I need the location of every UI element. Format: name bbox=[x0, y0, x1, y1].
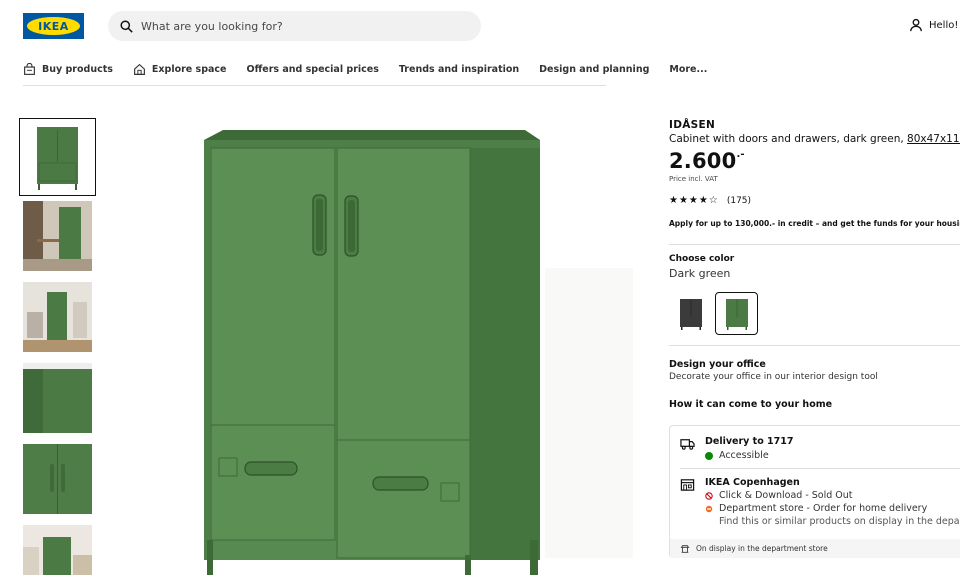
dept-store-status: Department store - Order for home delive… bbox=[705, 503, 960, 514]
room-thumb-image bbox=[23, 201, 92, 271]
room-thumb-image bbox=[23, 525, 92, 575]
nav-label: Buy products bbox=[42, 63, 113, 75]
dimensions-link[interactable]: 80x47x119 cm bbox=[907, 133, 960, 145]
nav-label: Explore space bbox=[151, 63, 227, 75]
credit-offer[interactable]: Apply for up to 130,000.- in credit – an… bbox=[669, 219, 960, 228]
room-thumb-image bbox=[23, 282, 92, 352]
account-link[interactable]: Hello! L bbox=[909, 18, 960, 32]
detail-thumb-image bbox=[23, 363, 92, 433]
product-info: IDÅSEN Cabinet with doors and drawers, d… bbox=[669, 119, 960, 410]
nav-explore-space[interactable]: Explore space bbox=[133, 60, 227, 78]
find-similar[interactable]: Find this or similar products on display… bbox=[705, 516, 960, 527]
delivery-label: Delivery to 1717 bbox=[705, 436, 794, 447]
main-product-image bbox=[115, 100, 635, 575]
dept-store-text: Department store - Order for home delive… bbox=[719, 503, 928, 514]
nav-label: Design and planning bbox=[539, 63, 650, 75]
limited-icon bbox=[705, 505, 713, 512]
vat-note: Price incl. VAT bbox=[669, 175, 718, 183]
nav-label: More... bbox=[669, 63, 708, 75]
search-bar[interactable] bbox=[108, 11, 481, 41]
product-description: Cabinet with doors and drawers, dark gre… bbox=[669, 133, 960, 145]
on-display-text: On display in the department store bbox=[696, 544, 828, 553]
hello-text: Hello! L bbox=[929, 19, 960, 31]
price-suffix: .- bbox=[736, 149, 745, 160]
main-nav: Buy products Explore space Offers and sp… bbox=[23, 60, 707, 86]
delivery-heading: How it can come to your home bbox=[669, 399, 833, 410]
click-collect-text: Click & Download - Sold Out bbox=[719, 490, 853, 501]
description-text: Cabinet with doors and drawers, dark gre… bbox=[669, 133, 904, 145]
bag-icon bbox=[24, 62, 35, 75]
star-rating-icon: ★★★★☆ bbox=[669, 195, 719, 206]
thumbnail-5[interactable] bbox=[23, 444, 92, 514]
swatch-dark-green[interactable] bbox=[715, 292, 758, 335]
divider bbox=[669, 345, 960, 346]
logo-oval: IKEA bbox=[27, 17, 80, 35]
nav-design[interactable]: Design and planning bbox=[539, 60, 649, 78]
grey-cabinet-icon bbox=[679, 298, 702, 330]
truck-icon bbox=[680, 439, 695, 450]
status-green-dot bbox=[705, 451, 713, 460]
ikea-logo[interactable]: IKEA bbox=[23, 13, 84, 39]
delivery-status-text: Accessible bbox=[719, 450, 769, 461]
divider bbox=[680, 468, 960, 469]
delivery-row[interactable]: Delivery to 1717 Accessible bbox=[680, 436, 793, 461]
sold-out-icon bbox=[705, 491, 713, 500]
divider bbox=[669, 244, 960, 245]
design-subtitle: Decorate your office in our interior des… bbox=[669, 372, 878, 382]
nav-label: Trends and inspiration bbox=[398, 63, 520, 75]
design-title: Design your office bbox=[669, 359, 766, 370]
review-count: (175) bbox=[726, 195, 752, 206]
choose-color-label: Choose color bbox=[669, 254, 735, 264]
thumbnail-6[interactable] bbox=[23, 525, 92, 575]
product-name: IDÅSEN bbox=[669, 119, 716, 131]
display-icon bbox=[680, 544, 690, 553]
on-display-bar[interactable]: On display in the department store bbox=[670, 539, 960, 558]
delivery-status: Accessible bbox=[705, 450, 793, 461]
green-cabinet-icon bbox=[725, 298, 748, 330]
selected-color: Dark green bbox=[669, 267, 731, 280]
nav-label: Offers and special prices bbox=[246, 63, 379, 75]
store-icon bbox=[680, 479, 695, 491]
store-row[interactable]: IKEA Copenhagen Click & Download - Sold … bbox=[680, 477, 960, 527]
cabinet-image bbox=[204, 130, 633, 575]
handle-thumb-image bbox=[23, 444, 92, 514]
color-swatches bbox=[669, 292, 960, 335]
thumbnail-4[interactable] bbox=[23, 363, 92, 433]
thumbnail-2[interactable] bbox=[23, 201, 92, 271]
nav-buy-products[interactable]: Buy products bbox=[23, 60, 113, 78]
cabinet-thumb-image bbox=[37, 127, 78, 190]
nav-offers[interactable]: Offers and special prices bbox=[247, 60, 379, 78]
user-icon bbox=[910, 18, 922, 32]
thumbnail-1[interactable] bbox=[19, 118, 96, 196]
availability-box: Delivery to 1717 Accessible IKEA Copenha… bbox=[669, 425, 960, 558]
search-icon bbox=[120, 19, 133, 33]
rating[interactable]: ★★★★☆ (175) bbox=[669, 195, 960, 206]
swatch-dark-grey[interactable] bbox=[669, 292, 712, 335]
store-label: IKEA Copenhagen bbox=[705, 477, 800, 488]
thumbnail-3[interactable] bbox=[23, 282, 92, 352]
logo-text: IKEA bbox=[38, 19, 69, 33]
home-icon bbox=[133, 63, 145, 75]
nav-more[interactable]: More... bbox=[669, 60, 707, 78]
click-collect-status: Click & Download - Sold Out bbox=[705, 490, 960, 501]
search-input[interactable] bbox=[141, 19, 461, 33]
price-value: 2.600 bbox=[669, 149, 737, 173]
design-office-link[interactable]: Design your office Decorate your office … bbox=[669, 359, 960, 382]
nav-trends[interactable]: Trends and inspiration bbox=[399, 60, 519, 78]
product-price: 2.600.- bbox=[669, 149, 960, 173]
